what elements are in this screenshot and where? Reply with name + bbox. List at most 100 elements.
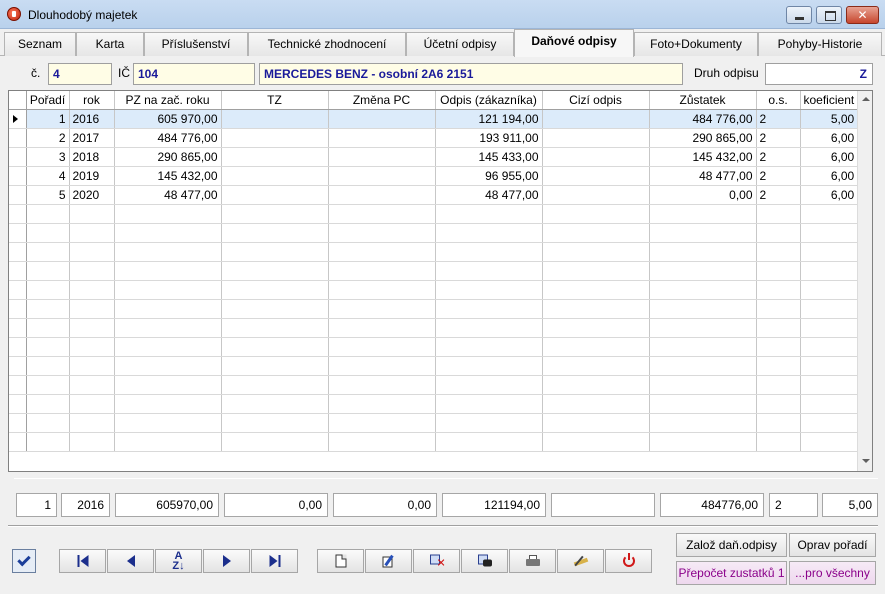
- table-cell[interactable]: [649, 204, 757, 224]
- table-cell[interactable]: [800, 318, 859, 338]
- table-cell[interactable]: [328, 394, 436, 414]
- sort-button[interactable]: A Z↓: [155, 549, 202, 573]
- summary-poradi[interactable]: 1: [16, 493, 57, 517]
- table-cell[interactable]: [649, 299, 757, 319]
- empty-row[interactable]: [9, 394, 859, 414]
- table-cell[interactable]: [649, 337, 757, 357]
- summary-rok[interactable]: 2016: [61, 493, 110, 517]
- row-indicator[interactable]: [9, 223, 27, 243]
- summary-os[interactable]: 2: [769, 493, 818, 517]
- row-indicator[interactable]: [9, 299, 27, 319]
- table-cell[interactable]: [328, 147, 436, 167]
- table-cell[interactable]: [69, 299, 115, 319]
- table-cell[interactable]: [26, 337, 70, 357]
- table-cell[interactable]: [114, 337, 222, 357]
- table-cell[interactable]: 484 776,00: [114, 128, 222, 148]
- ic-field[interactable]: 104: [133, 63, 255, 85]
- prepocet-zustatku-button[interactable]: Přepočet zustatků 1: [676, 561, 787, 585]
- tab-karta[interactable]: Karta: [76, 32, 144, 56]
- table-cell[interactable]: 121 194,00: [435, 109, 543, 129]
- table-cell[interactable]: [756, 318, 801, 338]
- first-record-button[interactable]: [59, 549, 106, 573]
- table-row[interactable]: 3 2018 290 865,00 145 433,00 145 432,00 2 6,00: [9, 147, 859, 167]
- table-cell[interactable]: [435, 299, 543, 319]
- table-cell[interactable]: [649, 280, 757, 300]
- table-cell[interactable]: 145 433,00: [435, 147, 543, 167]
- table-cell[interactable]: [328, 204, 436, 224]
- table-cell[interactable]: [221, 337, 329, 357]
- empty-row[interactable]: [9, 280, 859, 300]
- table-cell[interactable]: [756, 394, 801, 414]
- table-cell[interactable]: [328, 185, 436, 205]
- table-cell[interactable]: [649, 242, 757, 262]
- table-cell[interactable]: [435, 318, 543, 338]
- table-cell[interactable]: [69, 280, 115, 300]
- asset-name-field[interactable]: MERCEDES BENZ - osobní 2A6 2151: [259, 63, 683, 85]
- table-cell[interactable]: [221, 432, 329, 452]
- table-cell[interactable]: 2016: [69, 109, 115, 129]
- table-cell[interactable]: [435, 204, 543, 224]
- row-indicator[interactable]: [9, 242, 27, 262]
- col-odpis[interactable]: Odpis (zákazníka): [435, 91, 543, 110]
- summary-cizi-odpis[interactable]: [551, 493, 655, 517]
- table-cell[interactable]: [328, 242, 436, 262]
- table-cell[interactable]: [221, 204, 329, 224]
- empty-row[interactable]: [9, 356, 859, 376]
- table-cell[interactable]: 6,00: [800, 128, 859, 148]
- table-cell[interactable]: 48 477,00: [114, 185, 222, 205]
- table-cell[interactable]: [649, 394, 757, 414]
- table-cell[interactable]: [221, 242, 329, 262]
- table-cell[interactable]: 145 432,00: [114, 166, 222, 186]
- table-row[interactable]: 1 2016 605 970,00 121 194,00 484 776,00 2 5,00: [9, 109, 859, 129]
- table-cell[interactable]: [114, 280, 222, 300]
- table-cell[interactable]: [221, 185, 329, 205]
- table-cell[interactable]: [69, 432, 115, 452]
- table-cell[interactable]: [328, 432, 436, 452]
- table-cell[interactable]: [542, 109, 650, 129]
- col-tz[interactable]: TZ: [221, 91, 329, 110]
- table-cell[interactable]: [221, 261, 329, 281]
- col-koeficient[interactable]: koeficient: [800, 91, 859, 110]
- empty-row[interactable]: [9, 337, 859, 357]
- table-cell[interactable]: [328, 375, 436, 395]
- table-cell[interactable]: [26, 223, 70, 243]
- table-cell[interactable]: [649, 318, 757, 338]
- table-cell[interactable]: [542, 375, 650, 395]
- scroll-up-icon[interactable]: [862, 97, 870, 101]
- table-cell[interactable]: [542, 356, 650, 376]
- table-cell[interactable]: [221, 166, 329, 186]
- summary-tz[interactable]: 0,00: [224, 493, 328, 517]
- table-cell[interactable]: [756, 356, 801, 376]
- table-cell[interactable]: [542, 394, 650, 414]
- table-cell[interactable]: 48 477,00: [649, 166, 757, 186]
- table-cell[interactable]: 2019: [69, 166, 115, 186]
- table-cell[interactable]: [435, 375, 543, 395]
- table-cell[interactable]: [542, 128, 650, 148]
- row-indicator[interactable]: [9, 356, 27, 376]
- table-cell[interactable]: [435, 280, 543, 300]
- table-cell[interactable]: [69, 375, 115, 395]
- table-cell[interactable]: 3: [26, 147, 70, 167]
- row-indicator[interactable]: [9, 394, 27, 414]
- table-cell[interactable]: [542, 242, 650, 262]
- col-zmena-pc[interactable]: Změna PC: [328, 91, 436, 110]
- tools-button[interactable]: [557, 549, 604, 573]
- summary-zmena-pc[interactable]: 0,00: [333, 493, 437, 517]
- table-cell[interactable]: [114, 204, 222, 224]
- row-indicator[interactable]: [9, 128, 27, 148]
- table-cell[interactable]: 290 865,00: [649, 128, 757, 148]
- table-cell[interactable]: [542, 299, 650, 319]
- col-zustatek[interactable]: Zůstatek: [649, 91, 757, 110]
- table-cell[interactable]: [756, 432, 801, 452]
- empty-row[interactable]: [9, 375, 859, 395]
- zaloz-danove-odpisy-button[interactable]: Založ daň.odpisy: [676, 533, 787, 557]
- table-cell[interactable]: [69, 204, 115, 224]
- table-cell[interactable]: [26, 432, 70, 452]
- table-cell[interactable]: [542, 166, 650, 186]
- empty-row[interactable]: [9, 242, 859, 262]
- delete-record-button[interactable]: ✕: [413, 549, 460, 573]
- table-cell[interactable]: [649, 356, 757, 376]
- table-cell[interactable]: [221, 375, 329, 395]
- confirm-button[interactable]: [12, 549, 36, 573]
- table-cell[interactable]: 2: [756, 128, 801, 148]
